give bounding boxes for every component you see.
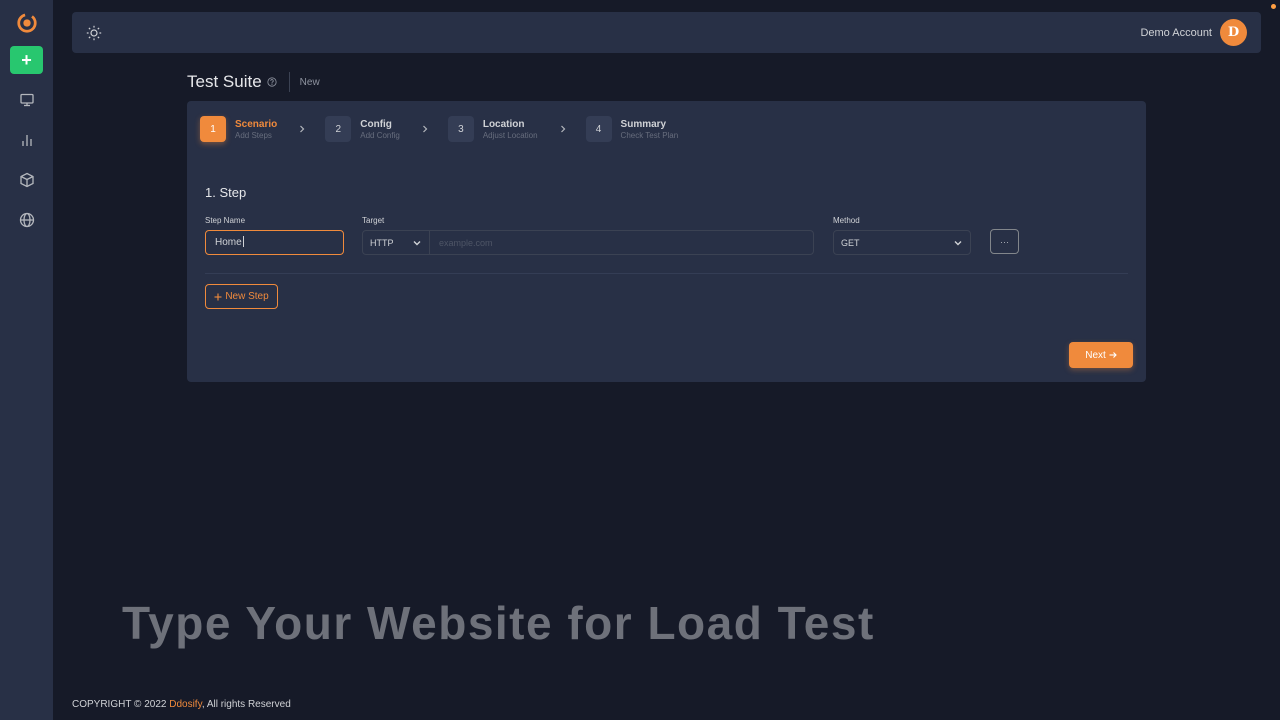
- tutorial-caption: Type Your Website for Load Test: [122, 597, 875, 649]
- protocol-select[interactable]: HTTP: [363, 231, 430, 254]
- divider: [205, 273, 1128, 274]
- arrow-right-icon: [1109, 352, 1117, 358]
- target-url-input[interactable]: example.com: [430, 231, 813, 254]
- method-select[interactable]: GET: [833, 230, 971, 255]
- chevron-right-icon: [300, 125, 305, 133]
- text-caret: [242, 236, 244, 247]
- step-number: 3: [447, 116, 474, 142]
- step-title: Config: [360, 118, 392, 130]
- method-label: Method: [833, 216, 860, 225]
- step-number: 4: [585, 116, 612, 142]
- step-name-label: Step Name: [205, 216, 246, 225]
- step-number: 1: [200, 116, 226, 142]
- step-title: Scenario: [235, 118, 278, 130]
- new-step-button[interactable]: New Step: [205, 284, 278, 309]
- page-header: Test Suite New: [187, 72, 320, 92]
- wizard-step-config[interactable]: 2 Config Add Config: [325, 116, 400, 142]
- step-title: Summary: [620, 118, 667, 130]
- wizard-step-summary[interactable]: 4 Summary Check Test Plan: [585, 116, 679, 142]
- step-number: 2: [325, 116, 352, 142]
- footer: COPYRIGHT © 2022 Ddosify, All rights Res…: [72, 699, 291, 710]
- top-navbar: Demo Account D: [72, 12, 1261, 53]
- sidebar: +: [0, 0, 53, 720]
- breadcrumb: New: [299, 76, 320, 88]
- plus-icon: [214, 293, 222, 300]
- chevron-right-icon: [560, 125, 565, 133]
- step-subtitle: Add Config: [360, 130, 400, 140]
- chevron-down-icon: [413, 240, 421, 245]
- target-label: Target: [362, 216, 385, 225]
- step-heading: 1. Step: [205, 185, 247, 200]
- sidebar-nav: [19, 92, 35, 228]
- more-options-button[interactable]: ···: [990, 229, 1019, 254]
- box-icon[interactable]: [19, 172, 35, 188]
- monitor-icon[interactable]: [19, 92, 35, 108]
- step-subtitle: Adjust Location: [482, 130, 538, 140]
- page-title: Test Suite: [187, 72, 262, 91]
- step-name-input[interactable]: Home: [205, 230, 344, 255]
- chevron-right-icon: [422, 125, 428, 133]
- notification-dot: [1271, 4, 1276, 9]
- header-divider: [288, 72, 290, 92]
- wizard-step-scenario[interactable]: 1 Scenario Add Steps: [200, 116, 277, 142]
- test-suite-card: 1 Scenario Add Steps 2 Config Add Config…: [187, 101, 1146, 382]
- ddosify-logo-icon[interactable]: [16, 12, 38, 34]
- sun-icon[interactable]: [86, 25, 102, 41]
- avatar[interactable]: D: [1220, 19, 1247, 46]
- target-field: HTTP example.com: [362, 230, 814, 255]
- wizard-step-location[interactable]: 3 Location Adjust Location: [447, 116, 538, 142]
- user-menu[interactable]: Demo Account D: [1140, 19, 1247, 46]
- footer-brand-link[interactable]: Ddosify: [169, 699, 202, 710]
- user-name: Demo Account: [1140, 26, 1212, 39]
- bar-chart-icon[interactable]: [19, 132, 35, 148]
- step-subtitle: Check Test Plan: [620, 130, 679, 140]
- step-title: Location: [482, 118, 525, 130]
- globe-icon[interactable]: [19, 212, 35, 228]
- help-circle-icon[interactable]: [267, 77, 277, 87]
- wizard-steps: 1 Scenario Add Steps 2 Config Add Config…: [200, 116, 678, 142]
- step-subtitle: Add Steps: [235, 130, 272, 140]
- chevron-down-icon: [954, 240, 962, 245]
- next-button[interactable]: Next: [1069, 342, 1133, 368]
- add-test-button[interactable]: +: [10, 46, 43, 74]
